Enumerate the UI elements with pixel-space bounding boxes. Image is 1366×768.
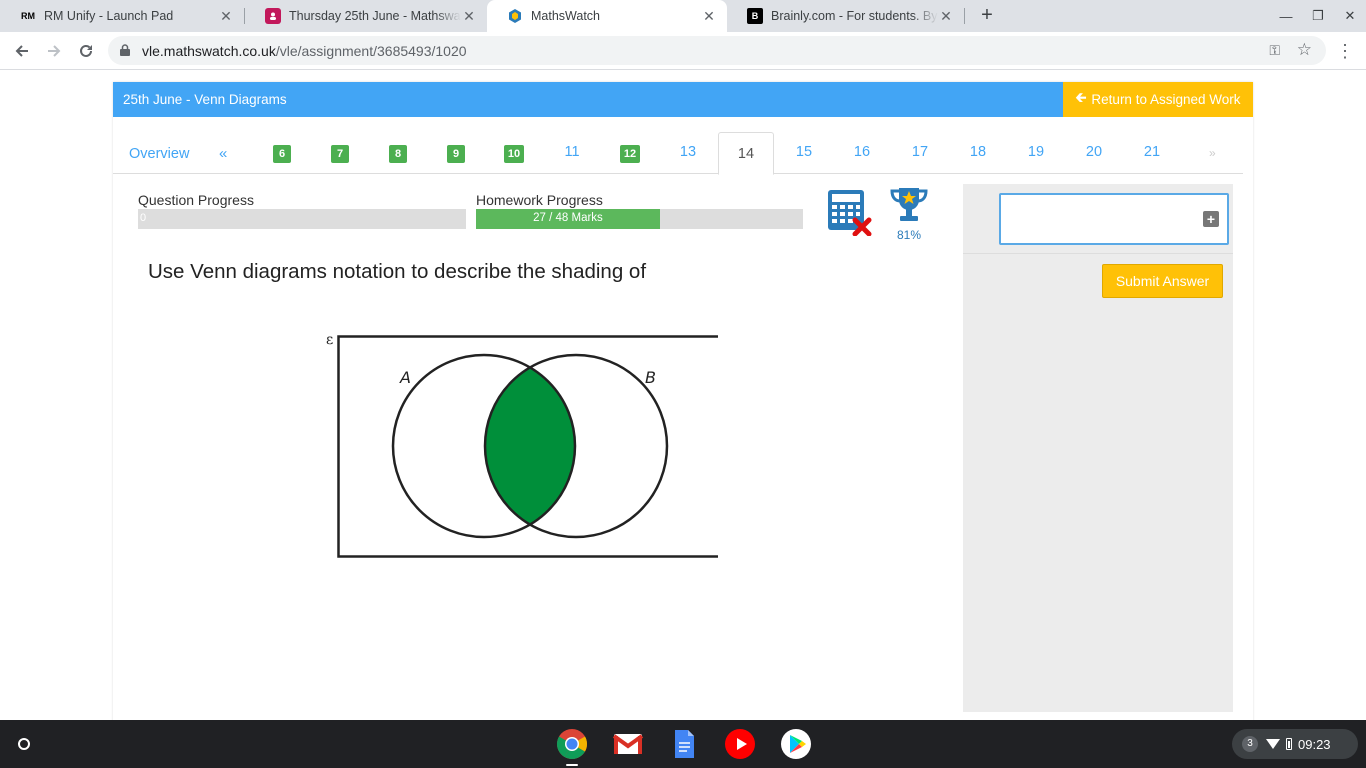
question-link-16[interactable]: 16 <box>842 144 882 160</box>
question-progress-bar: 0 <box>138 209 466 229</box>
question-link-19[interactable]: 19 <box>1016 144 1056 160</box>
system-tray[interactable]: 3 09:23 <box>1232 729 1358 759</box>
previous-page-link[interactable]: « <box>219 145 227 162</box>
question-progress-label: Question Progress <box>138 192 254 208</box>
browser-menu-icon[interactable]: ⋮ <box>1336 41 1354 61</box>
homework-progress-text: 27 / 48 Marks <box>533 212 603 224</box>
browser-toolbar: vle.mathswatch.co.uk/vle/assignment/3685… <box>0 32 1366 70</box>
url-text: vle.mathswatch.co.uk/vle/assignment/3685… <box>142 43 467 59</box>
close-tab-icon[interactable]: ✕ <box>701 8 717 25</box>
submit-answer-button[interactable]: Submit Answer <box>1102 264 1223 298</box>
universal-set-label: ε <box>326 332 333 348</box>
return-label: Return to Assigned Work <box>1091 92 1241 107</box>
venn-diagram: ε A B <box>326 332 718 558</box>
question-link-11[interactable]: 11 <box>552 144 592 160</box>
question-link-17[interactable]: 17 <box>900 144 940 160</box>
homework-progress-bar: 27 / 48 Marks <box>476 209 803 229</box>
new-tab-button[interactable]: + <box>976 4 998 26</box>
page-content: 25th June - Venn Diagrams 🡰 Return to As… <box>0 70 1366 722</box>
tab-strip: RM RM Unify - Launch Pad ✕ Thursday 25th… <box>0 0 1366 32</box>
question-link-12[interactable]: 12 <box>610 145 650 163</box>
tab-title: RM Unify - Launch Pad <box>44 9 174 23</box>
question-tab-14-active[interactable]: 14 <box>718 132 774 175</box>
question-link-6[interactable]: 6 <box>262 145 302 163</box>
key-icon[interactable]: ⚿ <box>1269 42 1280 59</box>
launcher-icon[interactable] <box>10 730 38 758</box>
question-link-20[interactable]: 20 <box>1074 144 1114 160</box>
mathswatch-icon <box>507 8 523 24</box>
question-link-9[interactable]: 9 <box>436 145 476 163</box>
question-navigation: Overview « 6 7 8 9 10 11 12 13 14 15 16 … <box>113 132 1243 175</box>
homework-progress-label: Homework Progress <box>476 192 603 208</box>
browser-tab-brainly[interactable]: B Brainly.com - For students. By student… <box>727 0 964 32</box>
question-text: Use Venn diagrams notation to describe t… <box>148 260 647 283</box>
brainly-icon: B <box>747 8 763 24</box>
homework-progress-fill: 27 / 48 Marks <box>476 209 660 229</box>
question-link-21[interactable]: 21 <box>1132 144 1172 160</box>
question-link-13[interactable]: 13 <box>668 144 708 160</box>
tab-title: Thursday 25th June - Mathswatch <box>289 9 461 23</box>
active-app-indicator <box>566 764 578 766</box>
address-bar[interactable]: vle.mathswatch.co.uk/vle/assignment/3685… <box>108 36 1326 65</box>
browser-tab-classroom[interactable]: Thursday 25th June - Mathswatch ✕ <box>245 0 487 32</box>
question-link-18[interactable]: 18 <box>958 144 998 160</box>
trophy-icon <box>890 188 928 221</box>
close-tab-icon[interactable]: ✕ <box>938 8 954 25</box>
set-b-label: B <box>645 368 656 387</box>
clock-time: 09:23 <box>1298 736 1331 752</box>
minimize-icon[interactable]: — <box>1270 0 1302 32</box>
answer-input-box[interactable]: + <box>999 193 1229 245</box>
answer-input[interactable] <box>1007 207 1197 229</box>
tab-title: Brainly.com - For students. By students. <box>771 9 938 23</box>
trophy-percentage: 81% <box>896 228 922 242</box>
close-tab-icon[interactable]: ✕ <box>218 8 234 25</box>
arrow-left-icon: 🡰 <box>1075 90 1087 105</box>
back-arrow-icon[interactable] <box>8 37 36 65</box>
return-to-assigned-work-button[interactable]: 🡰 Return to Assigned Work <box>1063 82 1253 117</box>
next-page-link[interactable]: » <box>1209 146 1216 160</box>
question-link-8[interactable]: 8 <box>378 145 418 163</box>
set-a-label: A <box>399 368 411 387</box>
divider <box>963 253 1233 254</box>
docs-icon[interactable] <box>668 728 700 760</box>
answer-panel: + Submit Answer <box>963 184 1233 712</box>
question-link-15[interactable]: 15 <box>784 144 824 160</box>
question-link-10[interactable]: 10 <box>494 145 534 163</box>
battery-icon <box>1286 738 1292 750</box>
forward-arrow-icon[interactable] <box>40 37 68 65</box>
assignment-header: 25th June - Venn Diagrams 🡰 Return to As… <box>113 82 1253 117</box>
question-progress-value: 0 <box>140 212 147 224</box>
notification-count-badge: 3 <box>1242 736 1258 752</box>
lock-icon <box>120 44 130 56</box>
assignment-panel: 25th June - Venn Diagrams 🡰 Return to As… <box>113 82 1253 722</box>
close-tab-icon[interactable]: ✕ <box>461 8 477 25</box>
tab-title: MathsWatch <box>531 9 601 23</box>
bookmark-star-icon[interactable]: ☆ <box>1297 40 1312 60</box>
browser-tab-rm-unify[interactable]: RM RM Unify - Launch Pad ✕ <box>0 0 244 32</box>
question-link-7[interactable]: 7 <box>320 145 360 163</box>
chrome-icon[interactable] <box>556 728 588 760</box>
rm-logo-icon: RM <box>21 11 35 21</box>
play-store-icon[interactable] <box>780 728 812 760</box>
restore-icon[interactable]: ❐ <box>1302 0 1334 32</box>
youtube-icon[interactable] <box>724 728 756 760</box>
reload-icon[interactable] <box>72 37 100 65</box>
assignment-title: 25th June - Venn Diagrams <box>123 92 287 107</box>
calculator-not-allowed-icon <box>828 190 872 236</box>
classroom-icon <box>265 8 281 24</box>
overview-link[interactable]: Overview <box>129 146 189 162</box>
close-window-icon[interactable]: ✕ <box>1334 0 1366 32</box>
os-shelf: 3 09:23 <box>0 720 1366 768</box>
gmail-icon[interactable] <box>612 728 644 760</box>
browser-tab-mathswatch[interactable]: MathsWatch ✕ <box>487 0 727 32</box>
wifi-icon <box>1266 739 1280 749</box>
insert-symbol-plus-icon[interactable]: + <box>1203 211 1219 227</box>
